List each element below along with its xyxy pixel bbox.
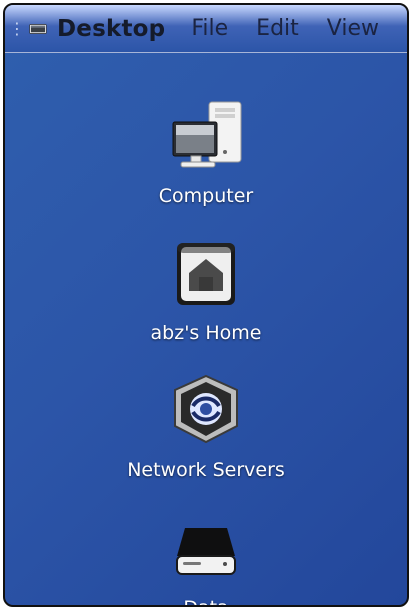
desktop-icons-area: Computer abz's Home Network Servers bbox=[5, 53, 407, 605]
desktop-item-label: Computer bbox=[158, 185, 254, 207]
desktop-item-label: Data bbox=[183, 597, 228, 605]
computer-icon bbox=[161, 91, 251, 179]
desktop-item-label: abz's Home bbox=[150, 322, 262, 344]
desktop-item-network-servers[interactable]: Network Servers bbox=[5, 365, 407, 485]
home-folder-icon bbox=[161, 228, 251, 316]
grip-icon[interactable]: ⋮ bbox=[9, 20, 25, 37]
drive-icon bbox=[161, 503, 251, 591]
menu-edit[interactable]: Edit bbox=[256, 16, 299, 41]
desktop-icon bbox=[29, 23, 47, 34]
desktop-item-label: Network Servers bbox=[127, 459, 285, 481]
top-menubar: ⋮ Desktop File Edit View bbox=[5, 5, 407, 53]
menu-file[interactable]: File bbox=[191, 16, 228, 41]
desktop-menu-label[interactable]: Desktop bbox=[57, 16, 165, 42]
network-servers-icon bbox=[161, 365, 251, 453]
desktop-item-home[interactable]: abz's Home bbox=[5, 228, 407, 348]
desktop-item-data[interactable]: Data bbox=[5, 503, 407, 605]
desktop-window: ⋮ Desktop File Edit View Computer abz's … bbox=[3, 3, 409, 607]
menu-view[interactable]: View bbox=[327, 16, 379, 41]
desktop-item-computer[interactable]: Computer bbox=[5, 91, 407, 211]
